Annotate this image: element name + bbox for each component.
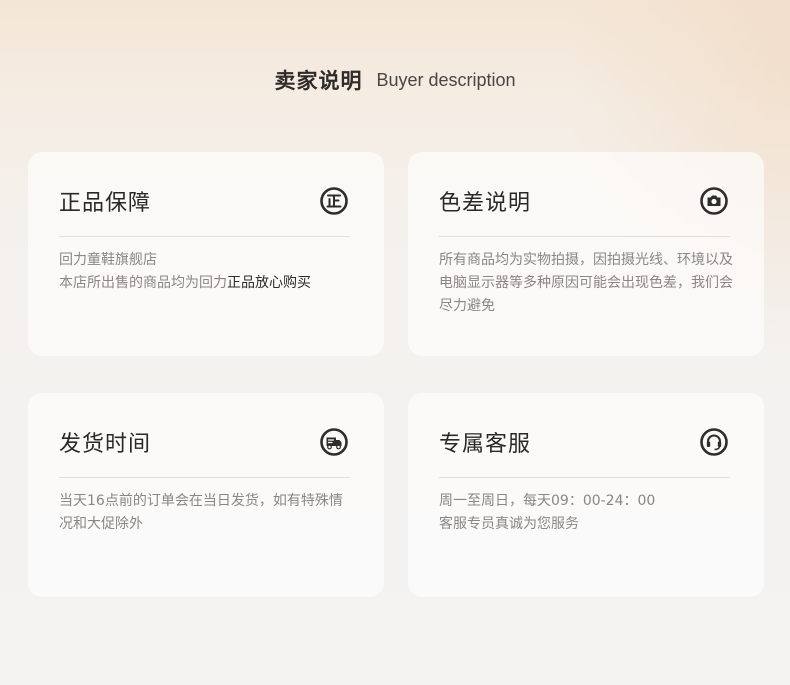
header-title-en: Buyer description [376, 69, 516, 90]
card-authentic-guarantee: 正品保障 回力童鞋旗舰店 本店所出售的商品均为回力正品放心购买 [28, 152, 384, 356]
statement-emphasis: 正品放心购买 [227, 275, 311, 291]
headset-icon [699, 427, 729, 457]
card-title: 发货时间 [59, 432, 152, 457]
card-body: 回力童鞋旗舰店 本店所出售的商品均为回力正品放心购买 [59, 249, 354, 295]
card-title: 专属客服 [439, 432, 532, 457]
card-shipping-time: 发货时间 当天16点前的订单会在当日发货，如有特殊情况和大促除外 [28, 393, 384, 597]
service-hours: 周一至周日，每天09：00-24：00 [439, 493, 656, 509]
card-divider [59, 477, 350, 478]
camera-icon [699, 186, 729, 216]
card-divider [439, 236, 730, 237]
card-customer-service: 专属客服 周一至周日，每天09：00-24：00 客服专员真诚为您服务 [408, 393, 764, 597]
service-statement: 客服专员真诚为您服务 [439, 516, 579, 532]
section-header: 卖家说明 Buyer description [0, 62, 790, 98]
card-title: 色差说明 [439, 191, 532, 216]
card-body: 周一至周日，每天09：00-24：00 客服专员真诚为您服务 [439, 490, 734, 536]
card-title: 正品保障 [59, 191, 152, 216]
card-divider [439, 477, 730, 478]
delivery-truck-icon [319, 427, 349, 457]
authentic-icon [319, 186, 349, 216]
authentic-statement: 本店所出售的商品均为回力正品放心购买 [59, 272, 354, 295]
header-title-cn: 卖家说明 [274, 69, 363, 93]
card-color-difference: 色差说明 所有商品均为实物拍摄，因拍摄光线、环境以及电脑显示器等多种原因可能会出… [408, 152, 764, 356]
card-body: 当天16点前的订单会在当日发货，如有特殊情况和大促除外 [59, 493, 343, 532]
statement-prefix: 本店所出售的商品均为回力 [59, 275, 227, 291]
card-body: 所有商品均为实物拍摄，因拍摄光线、环境以及电脑显示器等多种原因可能会出现色差，我… [439, 252, 733, 314]
store-name: 回力童鞋旗舰店 [59, 252, 157, 268]
card-divider [59, 236, 350, 237]
